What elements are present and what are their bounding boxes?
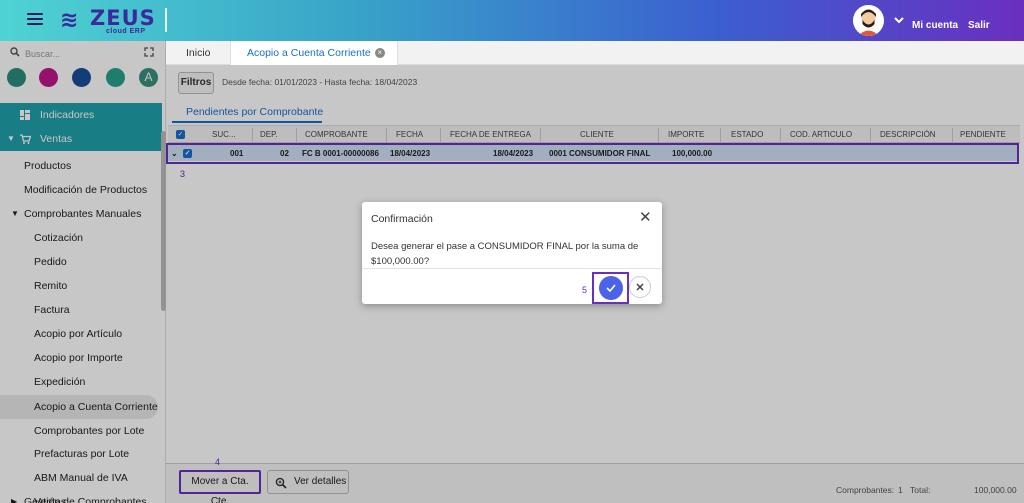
close-icon[interactable]: ✕ bbox=[639, 208, 652, 226]
confirmation-dialog: Confirmación ✕ Desea generar el pase a C… bbox=[362, 202, 662, 304]
step-marker-5: 5 bbox=[582, 285, 588, 295]
cancel-button[interactable] bbox=[629, 276, 651, 298]
tab-inicio[interactable]: Inicio bbox=[186, 41, 211, 65]
dialog-message-line: Desea generar el pase a CONSUMIDOR FINAL… bbox=[371, 241, 639, 252]
tab-label: Inicio bbox=[186, 47, 211, 59]
modal-backdrop-sidebar bbox=[0, 41, 166, 503]
tab-label: Acopio a Cuenta Corriente bbox=[247, 47, 371, 59]
close-tab-icon[interactable]: × bbox=[374, 48, 385, 59]
check-icon bbox=[606, 284, 616, 293]
cancel-icon bbox=[636, 283, 644, 291]
dialog-divider bbox=[362, 268, 662, 269]
dialog-message: Desea generar el pase a CONSUMIDOR FINAL… bbox=[371, 239, 651, 269]
dialog-message-line: $100,000.00? bbox=[371, 256, 430, 267]
tab-acopio-cuenta-corriente[interactable]: Acopio a Cuenta Corriente × bbox=[230, 41, 398, 65]
confirm-button[interactable] bbox=[599, 276, 623, 300]
tab-bar: Inicio Acopio a Cuenta Corriente × bbox=[166, 41, 1024, 65]
dialog-title: Confirmación bbox=[371, 213, 433, 225]
